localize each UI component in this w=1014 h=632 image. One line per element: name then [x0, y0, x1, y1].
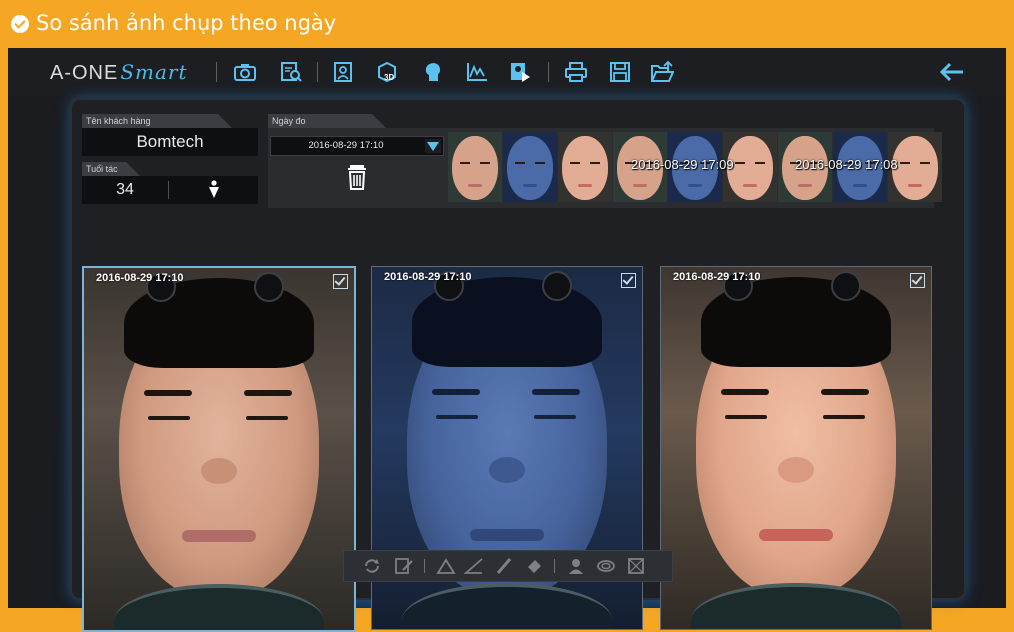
app-window: A-ONE Smart 3D Tên khách hàng Bomtech Tu…	[8, 48, 1006, 632]
thumbnail-group-2-date: 2016-08-29 17:09	[631, 157, 734, 172]
male-icon[interactable]	[206, 180, 222, 200]
thumbnail-strip: 2016-08-29 17:09 2016-08-29 17:08	[448, 132, 942, 204]
thumbnail-2[interactable]	[503, 132, 557, 202]
date-label: Ngày đo	[268, 114, 386, 128]
triangle-measure-icon[interactable]	[436, 557, 456, 575]
back-arrow-icon[interactable]	[938, 60, 966, 84]
thumbnail-group-3-date: 2016-08-29 17:08	[795, 157, 898, 172]
3d-face-icon[interactable]: 3D	[374, 60, 400, 84]
chevron-down-icon[interactable]	[425, 139, 441, 153]
rotate-icon[interactable]	[362, 557, 382, 575]
search-report-icon[interactable]	[278, 60, 304, 84]
print-icon[interactable]	[563, 60, 589, 84]
photo-checkbox[interactable]	[910, 273, 925, 288]
pen-icon[interactable]	[494, 557, 514, 575]
photo-normal[interactable]: 2016-08-29 17:10	[82, 266, 356, 632]
open-folder-icon[interactable]	[649, 60, 675, 84]
customer-name-field[interactable]: Bomtech	[82, 128, 258, 156]
thumbnail-3[interactable]	[558, 132, 612, 202]
comparison-panel: Tên khách hàng Bomtech Tuổi tác 34 Ngày …	[70, 98, 966, 632]
age-value: 34	[116, 181, 134, 198]
save-icon[interactable]	[607, 60, 633, 84]
date-select-value: 2016-08-29 17:10	[308, 140, 384, 151]
page-banner: So sánh ảnh chụp theo ngày	[0, 0, 1014, 48]
face-profile-icon[interactable]	[420, 60, 446, 84]
photo-timestamp: 2016-08-29 17:10	[96, 272, 184, 284]
customer-name-label: Tên khách hàng	[82, 114, 232, 128]
angle-icon[interactable]	[463, 557, 484, 575]
overlay-icon[interactable]	[596, 557, 616, 575]
age-field: 34	[82, 176, 258, 204]
photo-timestamp: 2016-08-29 17:10	[673, 271, 761, 283]
thumbnail-1[interactable]	[448, 132, 502, 202]
age-label: Tuổi tác	[82, 162, 140, 176]
photo-timestamp: 2016-08-29 17:10	[384, 271, 472, 283]
trash-icon[interactable]	[346, 164, 368, 190]
video-icon[interactable]	[507, 60, 533, 84]
app-logo: A-ONE Smart	[50, 60, 188, 85]
photo-checkbox[interactable]	[621, 273, 636, 288]
photo-warm[interactable]: 2016-08-29 17:10	[660, 266, 932, 630]
eraser-icon[interactable]	[524, 557, 544, 575]
logo-sub: Smart	[120, 60, 188, 84]
user-silhouette-icon[interactable]	[566, 557, 586, 575]
check-circle-icon	[11, 15, 29, 33]
graph-icon[interactable]	[464, 60, 490, 84]
edit-note-icon[interactable]	[394, 557, 414, 575]
date-select[interactable]: 2016-08-29 17:10	[270, 136, 444, 156]
photo-checkbox[interactable]	[333, 274, 348, 289]
image-tools-bar	[343, 550, 673, 582]
logo-brand: A-ONE	[50, 62, 119, 84]
camera-icon[interactable]	[232, 60, 258, 84]
profile-icon[interactable]	[330, 60, 356, 84]
main-toolbar: A-ONE Smart 3D	[8, 48, 1006, 96]
grid-box-icon[interactable]	[626, 557, 646, 575]
svg-text:3D: 3D	[384, 73, 394, 82]
banner-title: So sánh ảnh chụp theo ngày	[36, 11, 337, 35]
